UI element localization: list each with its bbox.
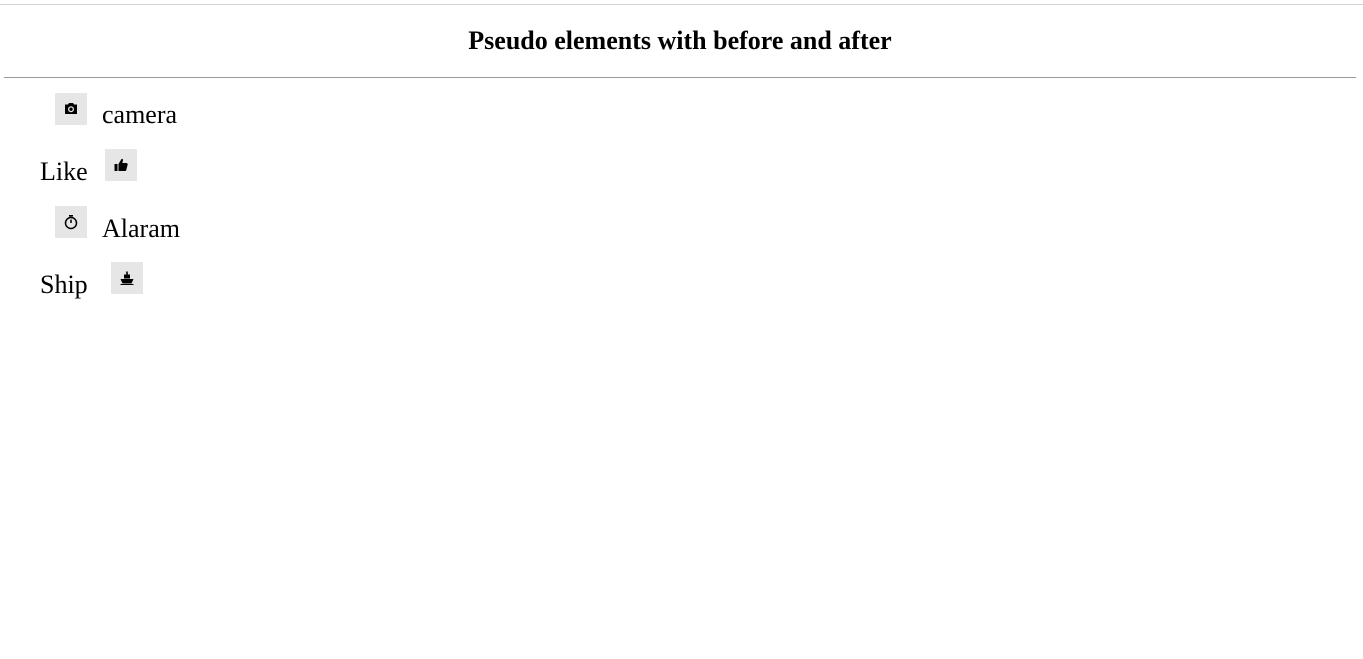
item-label: Alaram (102, 214, 180, 243)
title-divider (4, 77, 1356, 78)
thumbs-up-icon (105, 149, 137, 181)
stopwatch-icon (55, 206, 87, 238)
ship-icon (111, 262, 143, 294)
camera-icon (55, 93, 87, 125)
page-title: Pseudo elements with before and after (468, 26, 892, 55)
item-label: Ship (40, 270, 88, 299)
item-label: Like (40, 157, 88, 186)
top-divider (0, 4, 1363, 5)
item-label: camera (102, 100, 178, 129)
